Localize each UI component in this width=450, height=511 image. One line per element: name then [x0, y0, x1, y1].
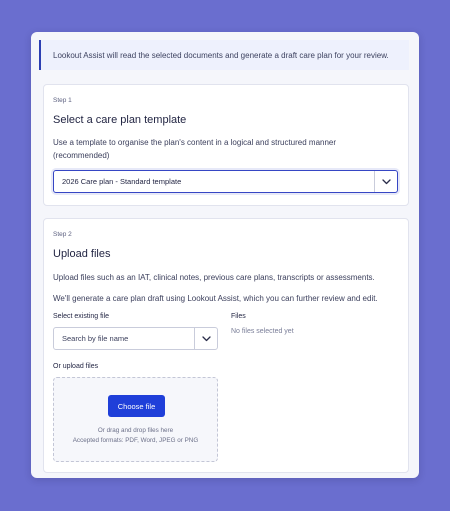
upload-label: Or upload files [53, 363, 99, 370]
template-step-card: Step 1 Select a care plan template Use a… [43, 84, 409, 206]
section-title: Upload files [53, 248, 111, 260]
file-search-placeholder: Search by file name [62, 334, 129, 343]
care-plan-dialog: Lookout Assist will read the selected do… [31, 32, 419, 478]
file-dropzone[interactable]: Choose file Or drag and drop files here … [53, 377, 218, 462]
chevron-down-icon[interactable] [194, 328, 217, 349]
choose-file-button[interactable]: Choose file [108, 395, 165, 417]
files-label: Files [231, 313, 246, 320]
step-label: Step 2 [53, 231, 72, 238]
chevron-down-icon[interactable] [374, 171, 397, 192]
no-files-text: No files selected yet [231, 328, 294, 335]
template-select-value: 2026 Care plan - Standard template [62, 177, 182, 186]
step-label: Step 1 [53, 97, 72, 104]
drag-drop-hint: Or drag and drop files here [97, 427, 174, 434]
existing-file-label: Select existing file [53, 313, 110, 320]
section-description: Upload files such as an IAT, clinical no… [53, 273, 375, 282]
section-description: Use a template to organise the plan's co… [53, 138, 337, 160]
upload-step-card: Step 2 Upload files Upload files such as… [43, 218, 409, 473]
section-title: Select a care plan template [53, 114, 187, 126]
info-banner-text: Lookout Assist will read the selected do… [53, 50, 389, 60]
file-search-select[interactable]: Search by file name [53, 327, 218, 350]
info-banner: Lookout Assist will read the selected do… [39, 40, 409, 70]
template-select[interactable]: 2026 Care plan - Standard template [53, 170, 398, 193]
section-description-secondary: We'll generate a care plan draft using L… [53, 294, 378, 303]
accepted-formats-hint: Accepted formats: PDF, Word, JPEG or PNG [72, 437, 199, 444]
